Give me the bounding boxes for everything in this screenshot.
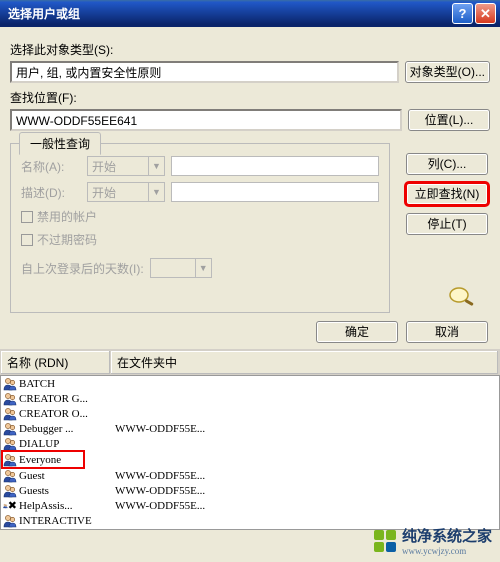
columns-button[interactable]: 列(C)... bbox=[406, 153, 488, 175]
user-group-icon bbox=[3, 484, 17, 498]
checkbox-icon bbox=[21, 234, 33, 246]
user-group-icon: ✖ bbox=[3, 499, 17, 513]
rdn-cell: LOCAL SER... bbox=[19, 530, 113, 531]
list-item[interactable]: CREATOR G... bbox=[1, 391, 499, 406]
query-groupbox: 一般性查询 名称(A): 开始 ▼ 描述(D): 开始 ▼ 禁用的帐户 不过期密… bbox=[10, 143, 390, 313]
chevron-down-icon: ▼ bbox=[195, 259, 211, 277]
list-item[interactable]: GuestWWW-ODDF55E... bbox=[1, 468, 499, 483]
find-now-button[interactable]: 立即查找(N) bbox=[406, 183, 488, 205]
rdn-cell: BATCH bbox=[19, 378, 113, 390]
rdn-cell: Everyone bbox=[19, 454, 79, 466]
titlebar: 选择用户或组 ? ✕ bbox=[0, 0, 500, 27]
days-combo[interactable]: ▼ bbox=[150, 258, 212, 278]
rdn-cell: CREATOR O... bbox=[19, 408, 113, 420]
watermark: 纯净系统之家 www.ycwjzy.com bbox=[374, 525, 492, 556]
logo-icon bbox=[374, 530, 396, 552]
close-button[interactable]: ✕ bbox=[475, 3, 496, 24]
stop-button[interactable]: 停止(T) bbox=[406, 213, 488, 235]
list-item[interactable]: CREATOR O... bbox=[1, 406, 499, 421]
user-group-icon bbox=[3, 469, 17, 483]
name-input[interactable] bbox=[171, 156, 379, 176]
desc-input[interactable] bbox=[171, 182, 379, 202]
non-expiring-checkbox[interactable]: 不过期密码 bbox=[21, 231, 379, 248]
col-rdn[interactable]: 名称 (RDN) bbox=[1, 351, 111, 374]
ok-button[interactable]: 确定 bbox=[316, 321, 398, 343]
rdn-cell: Debugger ... bbox=[19, 423, 113, 435]
checkbox-icon bbox=[21, 211, 33, 223]
list-item[interactable]: ✖HelpAssis...WWW-ODDF55E... bbox=[1, 498, 499, 513]
list-item[interactable]: Debugger ...WWW-ODDF55E... bbox=[1, 421, 499, 436]
rdn-cell: DIALUP bbox=[19, 438, 113, 450]
user-group-icon bbox=[3, 437, 17, 451]
user-group-icon bbox=[3, 453, 17, 467]
tab-general[interactable]: 一般性查询 bbox=[19, 132, 101, 155]
folder-cell: WWW-ODDF55E... bbox=[115, 423, 497, 435]
folder-cell: WWW-ODDF55E... bbox=[115, 485, 497, 497]
chevron-down-icon: ▼ bbox=[148, 183, 164, 201]
rdn-cell: Guests bbox=[19, 485, 113, 497]
user-group-icon bbox=[3, 407, 17, 421]
rdn-cell: CREATOR G... bbox=[19, 393, 113, 405]
user-group-icon bbox=[3, 529, 17, 531]
location-field: WWW-ODDF55EE641 bbox=[10, 109, 402, 131]
col-folder[interactable]: 在文件夹中 bbox=[111, 351, 499, 374]
disabled-accounts-checkbox[interactable]: 禁用的帐户 bbox=[21, 208, 379, 225]
locations-button[interactable]: 位置(L)... bbox=[408, 109, 490, 131]
window-title: 选择用户或组 bbox=[8, 5, 450, 22]
object-types-button[interactable]: 对象类型(O)... bbox=[405, 61, 490, 83]
magnifier-icon bbox=[446, 284, 478, 308]
name-mode-combo[interactable]: 开始 ▼ bbox=[87, 156, 165, 176]
days-label: 自上次登录后的天数(I): bbox=[21, 260, 144, 277]
user-group-icon bbox=[3, 377, 17, 391]
object-type-field: 用户, 组, 或内置安全性原则 bbox=[10, 61, 399, 83]
desc-mode-combo[interactable]: 开始 ▼ bbox=[87, 182, 165, 202]
list-item[interactable]: GuestsWWW-ODDF55E... bbox=[1, 483, 499, 498]
results-list: 名称 (RDN) 在文件夹中 BATCH CREATOR G... CREATOR … bbox=[0, 349, 500, 530]
help-button[interactable]: ? bbox=[452, 3, 473, 24]
rdn-cell: HelpAssis... bbox=[19, 500, 113, 512]
list-item[interactable]: DIALUP bbox=[1, 436, 499, 451]
user-group-icon bbox=[3, 422, 17, 436]
folder-cell: WWW-ODDF55E... bbox=[115, 470, 497, 482]
name-label: 名称(A): bbox=[21, 158, 81, 175]
object-type-label: 选择此对象类型(S): bbox=[10, 41, 490, 58]
rdn-cell: Guest bbox=[19, 470, 113, 482]
list-item[interactable]: Everyone bbox=[3, 452, 83, 467]
list-header: 名称 (RDN) 在文件夹中 bbox=[0, 350, 500, 375]
rdn-cell: INTERACTIVE bbox=[19, 515, 113, 527]
location-label: 查找位置(F): bbox=[10, 89, 490, 106]
desc-label: 描述(D): bbox=[21, 184, 81, 201]
user-group-icon bbox=[3, 514, 17, 528]
chevron-down-icon: ▼ bbox=[148, 157, 164, 175]
cancel-button[interactable]: 取消 bbox=[406, 321, 488, 343]
folder-cell: WWW-ODDF55E... bbox=[115, 500, 497, 512]
list-item[interactable]: BATCH bbox=[1, 376, 499, 391]
user-group-icon bbox=[3, 392, 17, 406]
